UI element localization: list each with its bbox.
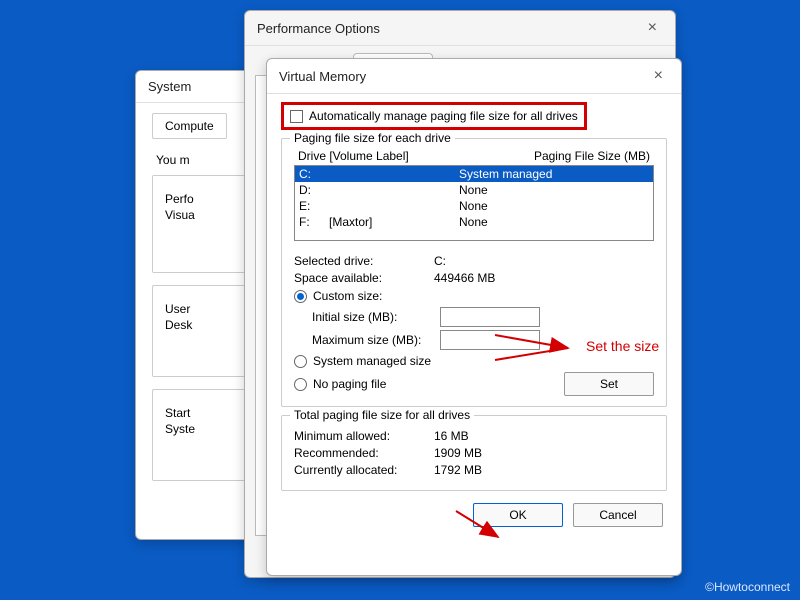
groupbox-paging-each-drive: Paging file size for each drive Drive [V… <box>281 138 667 407</box>
selected-drive-row: Selected drive: C: <box>294 254 654 268</box>
maximum-size-input[interactable] <box>440 330 540 350</box>
initial-size-label: Initial size (MB): <box>312 310 432 324</box>
system-managed-radio[interactable]: System managed size <box>294 354 654 368</box>
radio-icon <box>294 378 307 391</box>
close-icon[interactable]: × <box>642 19 663 37</box>
cancel-button[interactable]: Cancel <box>573 503 663 527</box>
maximum-size-label: Maximum size (MB): <box>312 333 432 347</box>
window-title: System <box>148 79 191 94</box>
no-paging-radio[interactable]: No paging file <box>294 377 386 391</box>
groupbox-legend: Paging file size for each drive <box>290 131 455 145</box>
watermark: ©Howtoconnect <box>705 580 790 594</box>
custom-size-radio[interactable]: Custom size: <box>294 289 654 303</box>
initial-size-input[interactable] <box>440 307 540 327</box>
set-button[interactable]: Set <box>564 372 654 396</box>
auto-manage-highlight: Automatically manage paging file size fo… <box>281 102 587 130</box>
drive-list-header: Drive [Volume Label] Paging File Size (M… <box>294 149 654 165</box>
auto-manage-checkbox[interactable] <box>290 110 303 123</box>
tab-computer[interactable]: Compute <box>152 113 227 139</box>
drive-row[interactable]: D: None <box>295 182 653 198</box>
drive-list[interactable]: C: System managed D: None E: None F: [Ma… <box>294 165 654 241</box>
window-title: Virtual Memory <box>279 69 366 84</box>
drive-row[interactable]: C: System managed <box>295 166 653 182</box>
drive-row[interactable]: E: None <box>295 198 653 214</box>
titlebar: Virtual Memory × <box>267 59 681 94</box>
titlebar: Performance Options × <box>245 11 675 46</box>
dialog-buttons: OK Cancel <box>281 491 667 527</box>
close-icon[interactable]: × <box>648 67 669 85</box>
groupbox-total-paging: Total paging file size for all drives Mi… <box>281 415 667 491</box>
ok-button[interactable]: OK <box>473 503 563 527</box>
space-available-row: Space available: 449466 MB <box>294 271 654 285</box>
radio-icon <box>294 290 307 303</box>
virtual-memory-dialog: Virtual Memory × Automatically manage pa… <box>266 58 682 576</box>
groupbox-legend: Total paging file size for all drives <box>290 408 474 422</box>
auto-manage-label: Automatically manage paging file size fo… <box>309 109 578 123</box>
drive-row[interactable]: F: [Maxtor] None <box>295 214 653 230</box>
annotation-text: Set the size <box>586 338 659 354</box>
window-title: Performance Options <box>257 21 380 36</box>
radio-icon <box>294 355 307 368</box>
